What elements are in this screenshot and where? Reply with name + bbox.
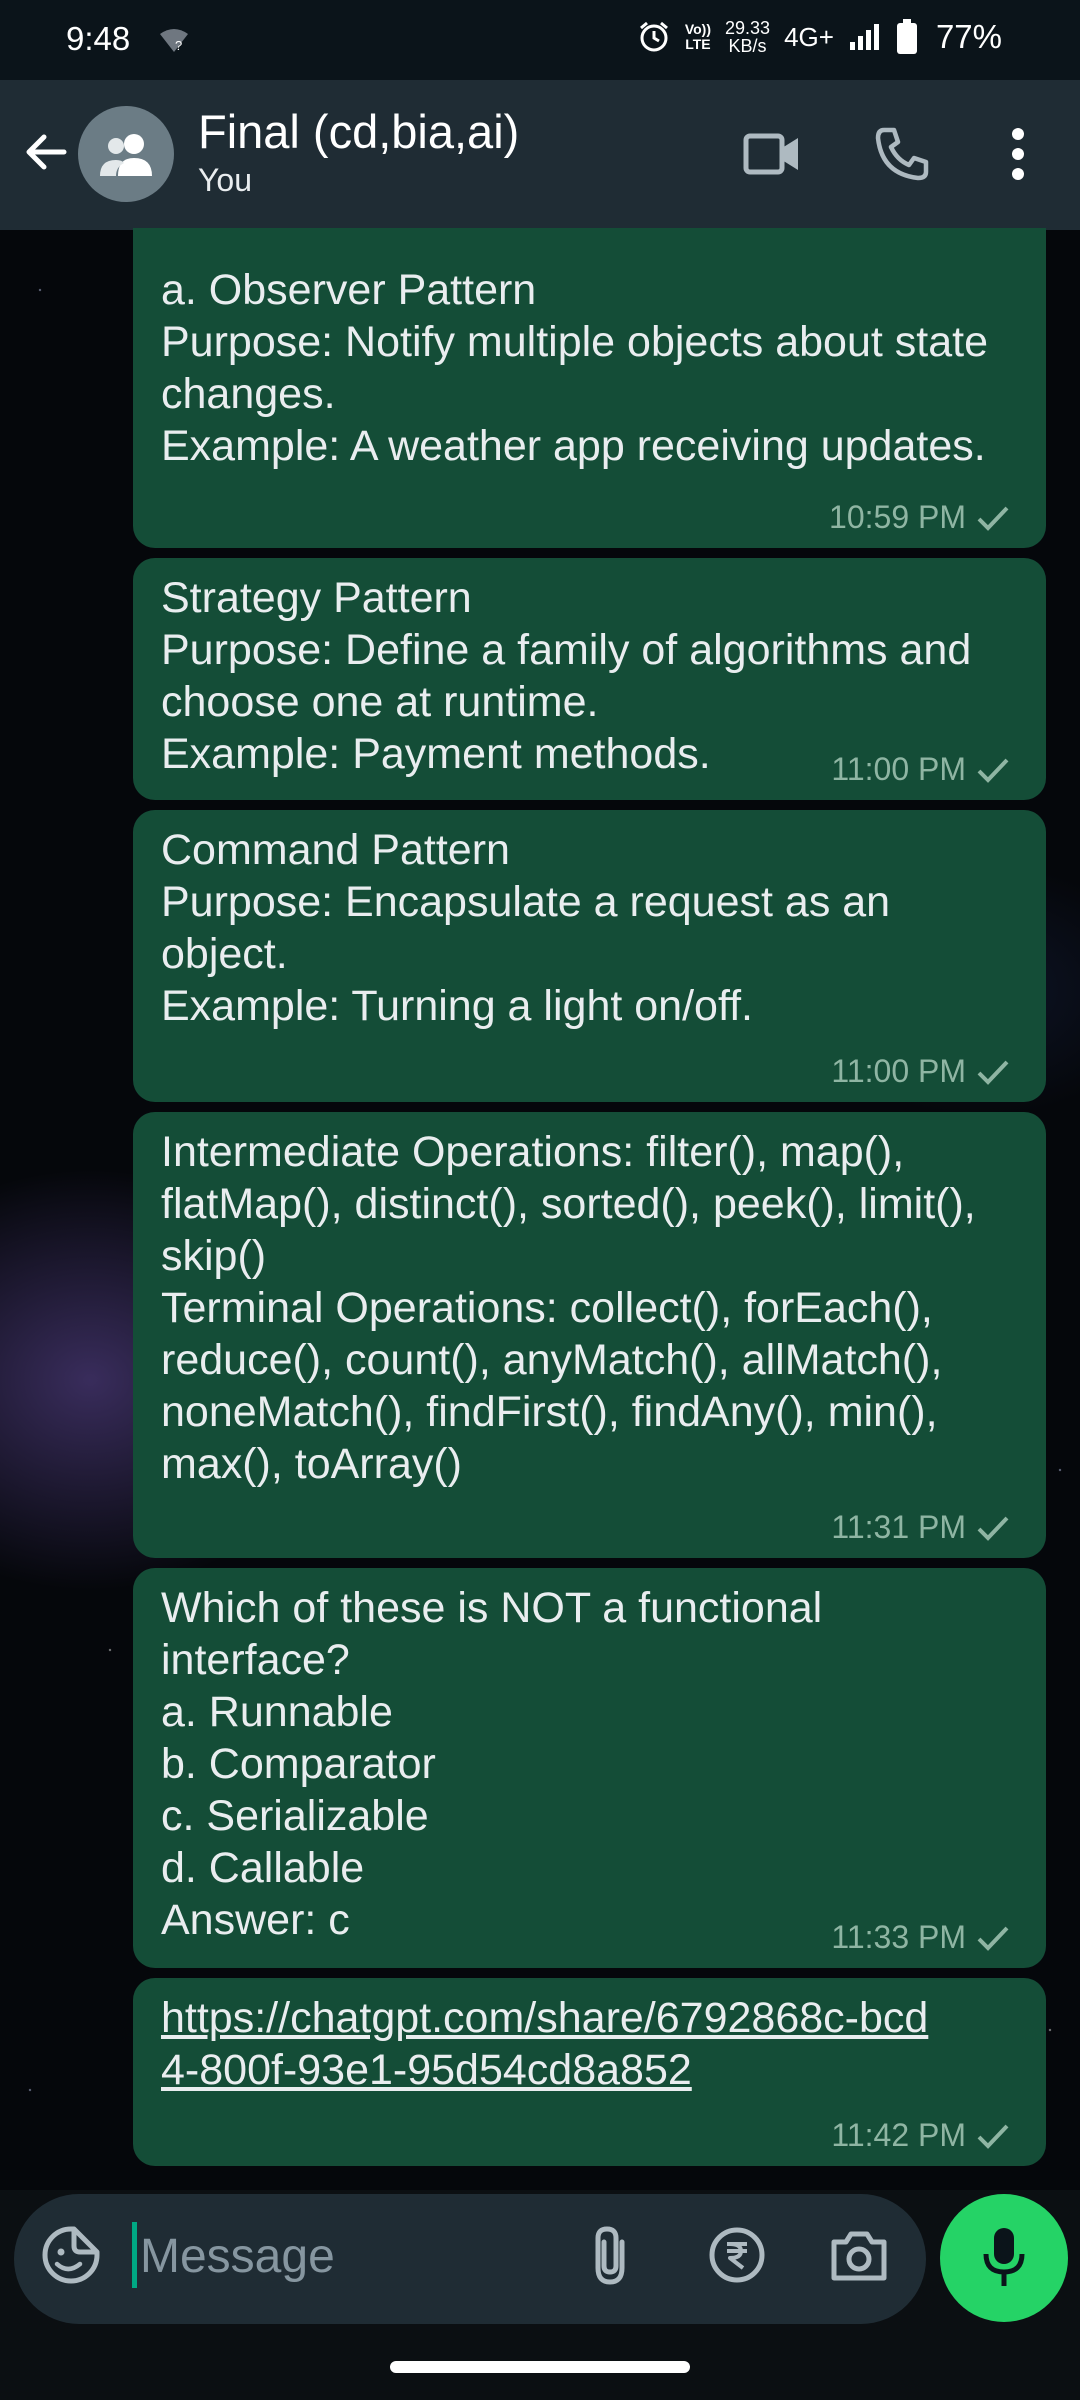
- message-time: 11:42 PM: [831, 2117, 966, 2153]
- paperclip-icon[interactable]: [584, 2224, 636, 2286]
- rupee-icon[interactable]: [708, 2226, 766, 2284]
- text-cursor: [132, 2222, 137, 2288]
- phone-icon[interactable]: [872, 124, 932, 184]
- message-bubble[interactable]: Intermediate Operations: filter(), map()…: [133, 1112, 1046, 1558]
- mic-button[interactable]: [940, 2194, 1068, 2322]
- status-right: Vo)) LTE 29.33 KB/s 4G+ 77%: [637, 18, 1002, 56]
- network-type: 4G+: [784, 21, 834, 52]
- message-bubble[interactable]: Which of these is NOT a functional inter…: [133, 1568, 1046, 1968]
- avatar[interactable]: [78, 106, 174, 202]
- arrow-left-icon[interactable]: [22, 128, 70, 176]
- home-indicator[interactable]: [390, 2361, 690, 2373]
- sent-tick-icon: [977, 1926, 1009, 1951]
- message-text: Command Pattern Purpose: Encapsulate a r…: [161, 826, 891, 1030]
- message-meta: 11:00 PM: [831, 1053, 1010, 1090]
- sticker-icon[interactable]: [40, 2224, 102, 2286]
- message-input[interactable]: [138, 2222, 562, 2290]
- message-time: 11:00 PM: [831, 1053, 966, 1089]
- chat-title-block[interactable]: Final (cd,bia,ai) You: [198, 104, 519, 199]
- sent-tick-icon: [977, 1516, 1009, 1541]
- message-time: 11:00 PM: [831, 751, 966, 787]
- message-bubble[interactable]: https://chatgpt.com/share/6792868c-bcd4-…: [133, 1978, 1046, 2166]
- net-speed: 29.33 KB/s: [725, 18, 771, 56]
- message-meta: 10:59 PM: [829, 499, 1010, 536]
- sent-tick-icon: [977, 758, 1009, 783]
- status-bar: 9:48 ? Vo)) LTE 29.33 KB/s 4G+ 77%: [0, 0, 1080, 80]
- message-meta: 11:33 PM: [831, 1919, 1010, 1956]
- status-time: 9:48: [66, 20, 131, 57]
- battery-icon: [896, 19, 917, 54]
- message-time: 11:33 PM: [831, 1919, 966, 1955]
- volte-indicator: Vo)) LTE: [684, 21, 712, 52]
- battery-percent: 77%: [935, 18, 1002, 55]
- sent-tick-icon: [977, 506, 1009, 531]
- alarm-icon: [639, 21, 668, 52]
- camera-icon[interactable]: [828, 2226, 890, 2284]
- chat-title: Final (cd,bia,ai): [198, 105, 520, 158]
- message-text: Intermediate Operations: filter(), map()…: [161, 1128, 976, 1488]
- message-meta: 11:00 PM: [831, 751, 1010, 788]
- group-icon: [100, 134, 152, 176]
- wifi-unknown-icon: ?: [160, 29, 188, 53]
- message-text: Which of these is NOT a functional inter…: [161, 1584, 823, 1944]
- sent-tick-icon: [977, 1060, 1009, 1085]
- message-bubble[interactable]: Strategy Pattern Purpose: Define a famil…: [133, 558, 1046, 800]
- message-bubble[interactable]: Command Pattern Purpose: Encapsulate a r…: [133, 810, 1046, 1102]
- video-call-icon[interactable]: [742, 124, 802, 184]
- sent-tick-icon: [977, 2124, 1009, 2149]
- message-meta: 11:31 PM: [831, 1509, 1010, 1546]
- chat-subtitle: You: [198, 162, 252, 198]
- message-time: 11:31 PM: [831, 1509, 966, 1545]
- message-text: Strategy Pattern Purpose: Define a famil…: [161, 574, 972, 778]
- message-text: a. Observer Pattern Purpose: Notify mult…: [161, 266, 988, 470]
- more-vert-icon[interactable]: [1002, 124, 1034, 184]
- svg-text:?: ?: [175, 38, 182, 53]
- signal-icon: [849, 24, 879, 50]
- share-link[interactable]: https://chatgpt.com/share/6792868c-bcd4-…: [161, 1992, 941, 2096]
- message-bubble[interactable]: a. Observer Pattern Purpose: Notify mult…: [133, 228, 1046, 548]
- message-meta: 11:42 PM: [831, 2117, 1010, 2154]
- mic-icon: [983, 2228, 1025, 2286]
- message-time: 10:59 PM: [829, 499, 966, 535]
